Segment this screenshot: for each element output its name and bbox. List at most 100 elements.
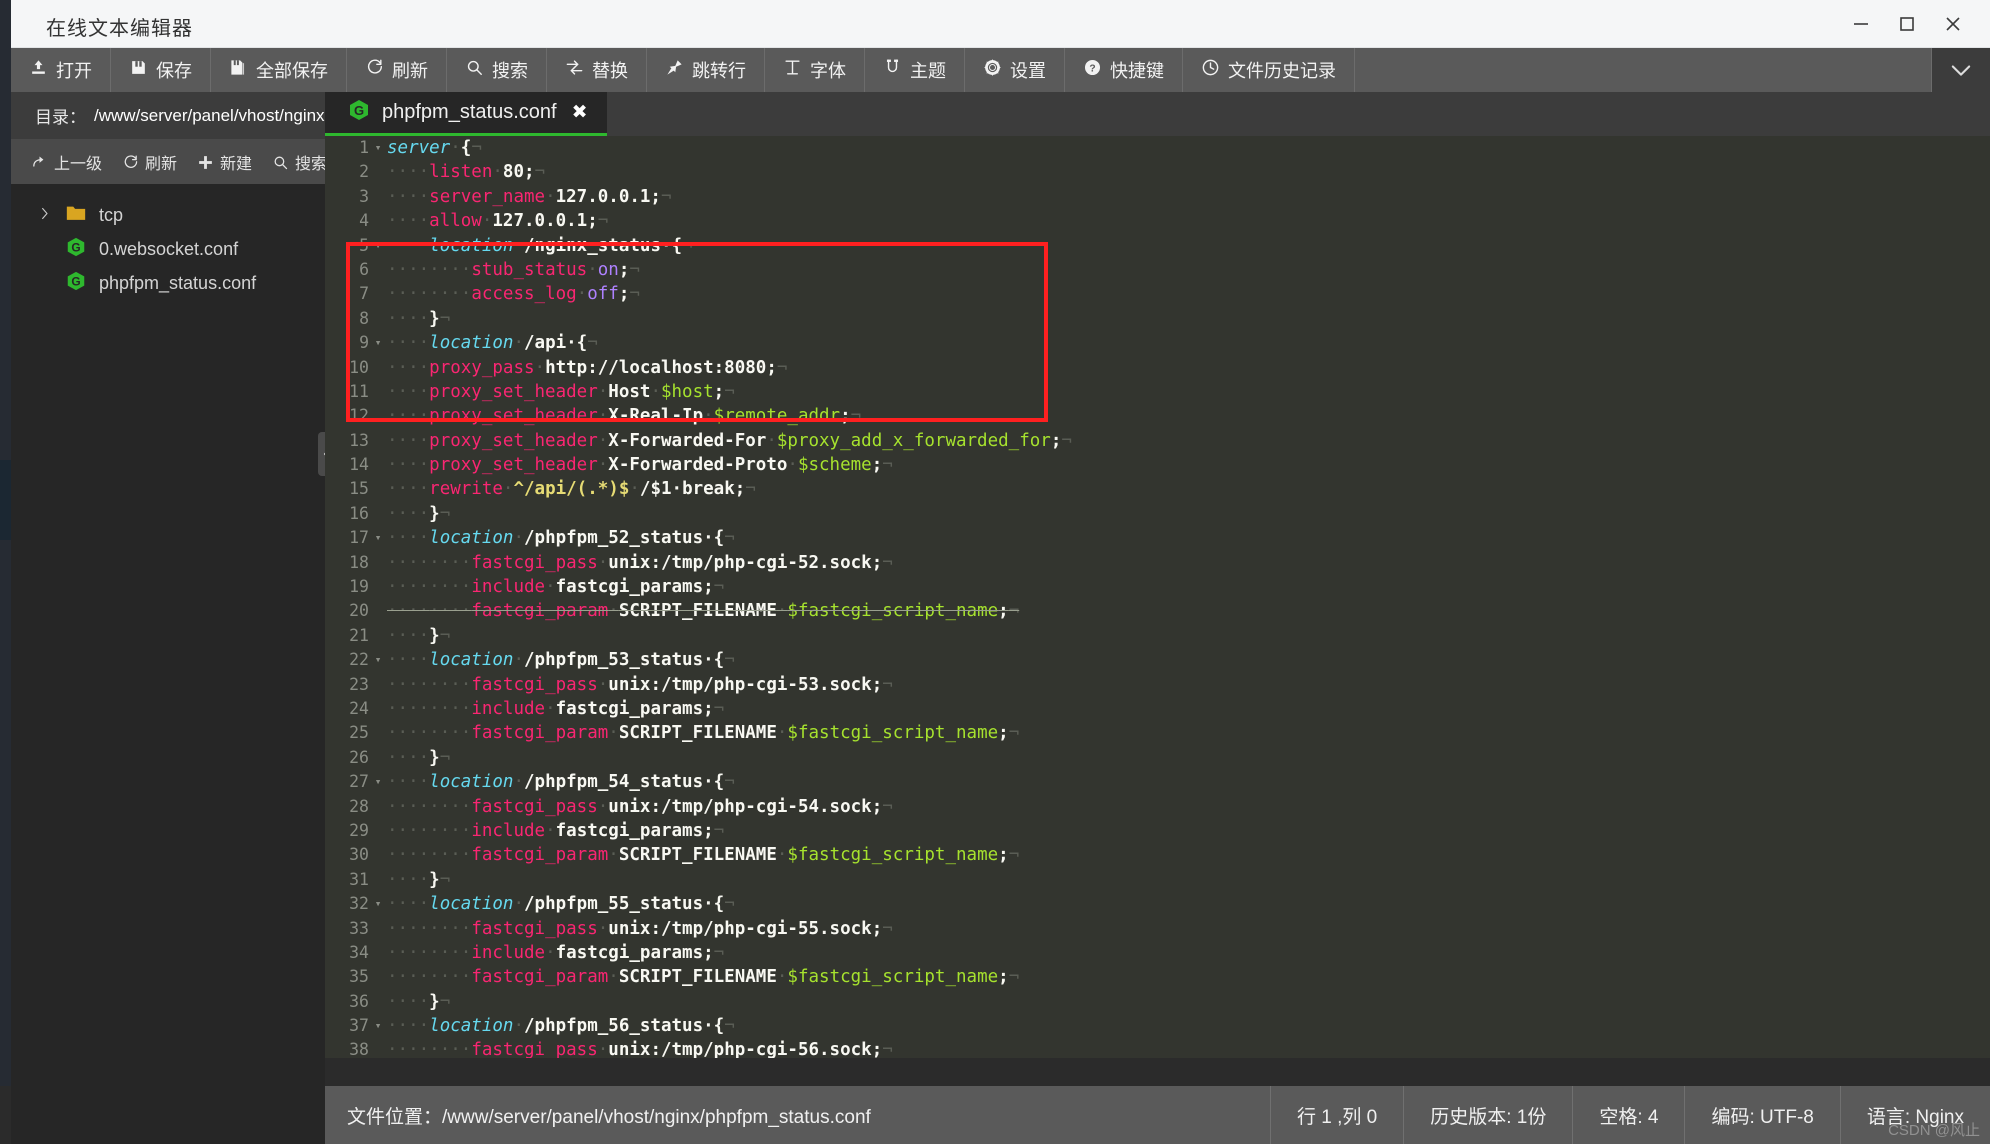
line-number: 16 bbox=[349, 503, 369, 523]
line-number: 31 bbox=[349, 869, 369, 889]
code-content[interactable]: 1 ▾ server·{¬ 2 ····listen·80;¬ 3 ····server_n… bbox=[325, 136, 1990, 1058]
line-number: 5 bbox=[359, 235, 369, 255]
upload-icon bbox=[32, 60, 45, 74]
svg-text:G: G bbox=[71, 240, 80, 254]
code-line[interactable]: 2 ····listen·80;¬ bbox=[325, 160, 1990, 185]
code-line[interactable]: 36 ····}¬ bbox=[325, 989, 1990, 1015]
toolbar-item-6[interactable]: 替换 bbox=[547, 48, 647, 92]
code-line[interactable]: 26 ····}¬ bbox=[325, 745, 1990, 771]
code-line[interactable]: 13 ····proxy_set_header·X-Forwarded-For·$… bbox=[325, 428, 1990, 454]
fold-toggle-icon[interactable]: ▾ bbox=[372, 234, 384, 258]
code-text: ····}¬ bbox=[387, 308, 451, 329]
fold-toggle-icon[interactable]: ▾ bbox=[372, 892, 384, 916]
code-text: ········include·fastcgi_params;¬ bbox=[387, 942, 725, 963]
code-line[interactable]: 18 ········fastcgi_pass·unix:/tmp/php-cgi… bbox=[325, 550, 1990, 576]
fold-toggle-icon[interactable]: ▾ bbox=[372, 136, 384, 160]
code-line[interactable]: 9 ▾ ····location·/api·{¬ bbox=[325, 331, 1990, 356]
line-number: 24 bbox=[349, 698, 369, 718]
status-indent-size[interactable]: 空格: 4 bbox=[1572, 1086, 1684, 1144]
code-line[interactable]: 7 ········access_log·off;¬ bbox=[325, 282, 1990, 307]
code-line[interactable]: 31 ····}¬ bbox=[325, 867, 1990, 893]
code-line[interactable]: 22 ▾ ····location·/phpfpm_53_status·{¬ bbox=[325, 648, 1990, 673]
code-line[interactable]: 33 ········fastcgi_pass·unix:/tmp/php-cgi… bbox=[325, 916, 1990, 941]
code-line[interactable]: 25 ········fastcgi_param·SCRIPT_FILENAME·… bbox=[325, 721, 1990, 746]
fold-toggle-icon[interactable]: ▾ bbox=[372, 526, 384, 550]
code-line[interactable]: 15 ····rewrite·^/api/(.*)$·/$1·break;¬ bbox=[325, 477, 1990, 502]
toolbar-item-10[interactable]: 设置 bbox=[965, 48, 1065, 92]
fold-toggle-icon[interactable]: ▾ bbox=[372, 1014, 384, 1038]
fold-toggle-icon[interactable]: ▾ bbox=[372, 770, 384, 794]
code-line[interactable]: 32 ▾ ····location·/phpfpm_55_status·{¬ bbox=[325, 892, 1990, 917]
toolbar-item-1[interactable]: 打开 bbox=[11, 48, 111, 92]
code-line[interactable]: 28 ········fastcgi_pass·unix:/tmp/php-cgi… bbox=[325, 794, 1990, 819]
code-line[interactable]: 30 ········fastcgi_param·SCRIPT_FILENAME·… bbox=[325, 843, 1990, 868]
sidebar-tool-label: 上一级 bbox=[54, 156, 103, 173]
toolbar-item-9[interactable]: 主题 bbox=[865, 48, 965, 92]
line-number: 35 bbox=[349, 967, 369, 987]
toolbar-item-label: 打开 bbox=[56, 61, 92, 81]
toolbar-item-8[interactable]: 字体 bbox=[765, 48, 865, 92]
code-line[interactable]: 24 ········include·fastcgi_params;¬ bbox=[325, 696, 1990, 722]
file-tree-item[interactable]: Gphpfpm_status.conf bbox=[11, 266, 325, 300]
code-line[interactable]: 1 ▾ server·{¬ bbox=[325, 136, 1990, 161]
toolbar-item-label: 快捷键 bbox=[1110, 61, 1164, 81]
code-line[interactable]: 23 ········fastcgi_pass·unix:/tmp/php-cgi… bbox=[325, 672, 1990, 697]
file-tree-folder[interactable]: tcp bbox=[11, 198, 325, 232]
toolbar-item-11[interactable]: ? 快捷键 bbox=[1065, 48, 1183, 92]
code-line[interactable]: 20 ········fastcgi_param·SCRIPT_FILENAME·… bbox=[325, 599, 1990, 624]
code-line[interactable]: 34 ········include·fastcgi_params;¬ bbox=[325, 940, 1990, 966]
code-line[interactable]: 17 ▾ ····location·/phpfpm_52_status·{¬ bbox=[325, 526, 1990, 551]
code-line[interactable]: 21 ····}¬ bbox=[325, 623, 1990, 649]
toolbar-item-3[interactable]: 全部保存 bbox=[211, 48, 347, 92]
code-line[interactable]: 16 ····}¬ bbox=[325, 501, 1990, 527]
code-line[interactable]: 14 ····proxy_set_header·X-Forwarded-Proto… bbox=[325, 453, 1990, 478]
code-line[interactable]: 37 ▾ ····location·/phpfpm_56_status·{¬ bbox=[325, 1014, 1990, 1039]
code-line[interactable]: 35 ········fastcgi_param·SCRIPT_FILENAME·… bbox=[325, 965, 1990, 990]
fold-toggle-icon[interactable]: ▾ bbox=[372, 331, 384, 355]
line-number: 18 bbox=[349, 552, 369, 572]
sidebar-tool-3[interactable]: 新建 bbox=[189, 146, 260, 178]
code-text: ········include·fastcgi_params;¬ bbox=[387, 820, 725, 841]
code-editor[interactable]: 1 ▾ server·{¬ 2 ····listen·80;¬ 3 ····server_n… bbox=[325, 136, 1990, 1058]
code-line[interactable]: 6 ········stub_status·on;¬ bbox=[325, 257, 1990, 283]
maximize-icon[interactable] bbox=[1884, 0, 1930, 48]
toolbar-expand-button[interactable] bbox=[1932, 48, 1990, 92]
toolbar-item-7[interactable]: 跳转行 bbox=[647, 48, 765, 92]
code-line[interactable]: 27 ▾ ····location·/phpfpm_54_status·{¬ bbox=[325, 770, 1990, 795]
tab-phpfpm-status-conf[interactable]: G phpfpm_status.conf ✖ bbox=[325, 92, 608, 136]
code-text: ········fastcgi_param·SCRIPT_FILENAME·$f… bbox=[387, 723, 1020, 744]
line-number: 27 bbox=[349, 772, 369, 792]
tab-close-icon[interactable]: ✖ bbox=[572, 101, 588, 124]
toolbar-item-12[interactable]: 文件历史记录 bbox=[1183, 48, 1355, 92]
code-line[interactable]: 29 ········include·fastcgi_params;¬ bbox=[325, 818, 1990, 844]
code-line[interactable]: 5 ▾ ····location·/nginx_status·{¬ bbox=[325, 233, 1990, 258]
sidebar-tool-2[interactable]: 刷新 bbox=[114, 146, 185, 178]
code-line[interactable]: 8 ····}¬ bbox=[325, 306, 1990, 332]
code-text: ····location·/nginx_status·{¬ bbox=[387, 235, 693, 256]
toolbar-item-5[interactable]: 搜索 bbox=[447, 48, 547, 92]
code-line[interactable]: 19 ········include·fastcgi_params;¬ bbox=[325, 575, 1990, 600]
window-title: 在线文本编辑器 bbox=[46, 18, 193, 40]
refresh-icon bbox=[124, 154, 138, 168]
status-encoding[interactable]: 编码: UTF-8 bbox=[1684, 1086, 1839, 1144]
close-icon[interactable] bbox=[1930, 0, 1976, 48]
status-cursor-position[interactable]: 行 1 ,列 0 bbox=[1269, 1086, 1403, 1144]
toolbar-item-2[interactable]: 保存 bbox=[111, 48, 211, 92]
status-history-versions[interactable]: 历史版本: 1份 bbox=[1403, 1086, 1572, 1144]
file-tree-item[interactable]: G 0.websocket.conf bbox=[11, 232, 325, 266]
code-line[interactable]: 12 ····proxy_set_header·X-Real-Ip·$remote… bbox=[325, 404, 1990, 429]
code-line[interactable]: 11 ····proxy_set_header·Host·$host;¬ bbox=[325, 379, 1990, 405]
file-type-icon bbox=[65, 202, 87, 229]
code-line[interactable]: 10 ····proxy_pass·http://localhost:8080;¬ bbox=[325, 355, 1990, 380]
minimize-icon[interactable] bbox=[1838, 0, 1884, 48]
line-number: 23 bbox=[349, 674, 369, 694]
sidebar-tool-1[interactable]: 上一级 bbox=[23, 146, 110, 178]
nginx-conf-icon: G bbox=[347, 98, 371, 128]
code-line[interactable]: 38 ········fastcgi_pass·unix:/tmp/php-cgi… bbox=[325, 1038, 1990, 1058]
fold-toggle-icon[interactable]: ▾ bbox=[372, 648, 384, 672]
line-number: 19 bbox=[349, 577, 369, 597]
code-line[interactable]: 3 ····server_name·127.0.0.1;¬ bbox=[325, 184, 1990, 210]
chevron-right-icon[interactable] bbox=[37, 206, 53, 225]
code-line[interactable]: 4 ····allow·127.0.0.1;¬ bbox=[325, 209, 1990, 234]
toolbar-item-4[interactable]: 刷新 bbox=[347, 48, 447, 92]
